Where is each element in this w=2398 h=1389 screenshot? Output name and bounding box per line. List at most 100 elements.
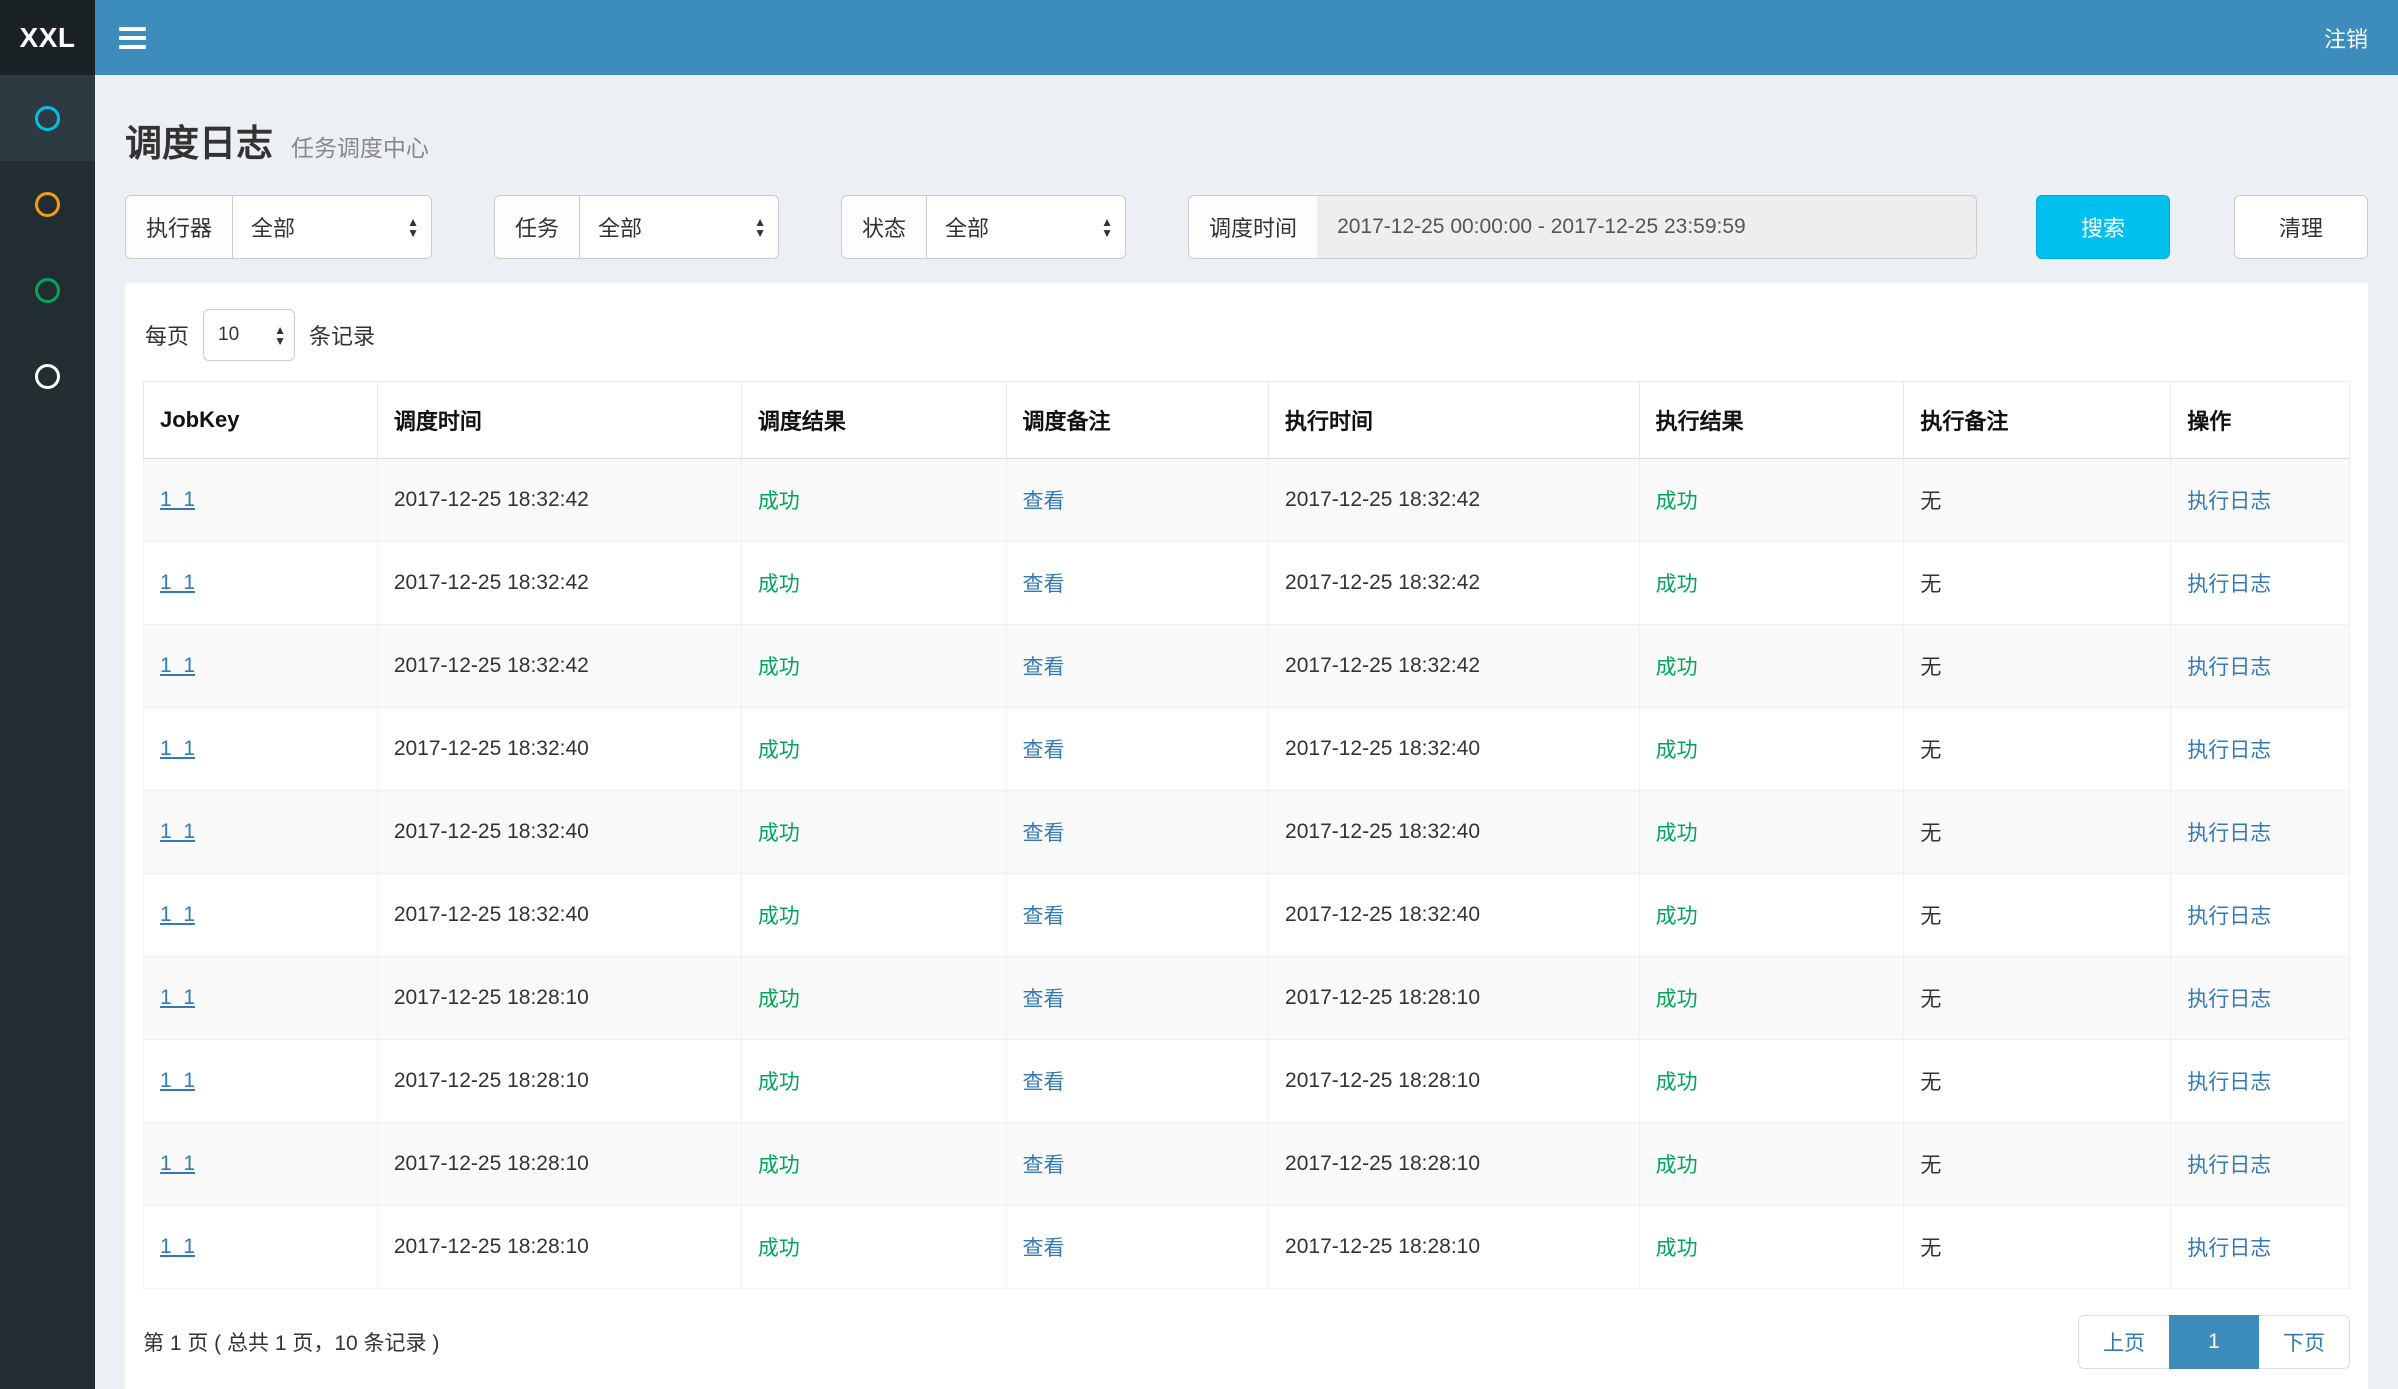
trigger-msg-link[interactable]: 查看 xyxy=(1023,1071,1065,1094)
trigger-msg-link[interactable]: 查看 xyxy=(1023,988,1065,1011)
sidebar-toggle-button[interactable] xyxy=(95,0,169,75)
executor-select-value: 全部 xyxy=(251,211,295,243)
action-link[interactable]: 执行日志 xyxy=(2187,656,2271,679)
trigger-time-cell: 2017-12-25 18:28:10 xyxy=(377,1040,741,1123)
sidebar-item-3[interactable] xyxy=(0,247,95,333)
handle-time-cell: 2017-12-25 18:28:10 xyxy=(1269,1123,1640,1206)
trigger-msg-link[interactable]: 查看 xyxy=(1023,905,1065,928)
trigger-time-cell: 2017-12-25 18:28:10 xyxy=(377,1206,741,1289)
page-size-select[interactable]: 10 ▲▼ xyxy=(203,309,295,361)
trigger-result-text: 成功 xyxy=(758,573,800,596)
filter-time-group: 调度时间 xyxy=(1188,195,1977,259)
trigger-time-cell: 2017-12-25 18:32:40 xyxy=(377,708,741,791)
action-link[interactable]: 执行日志 xyxy=(2187,1154,2271,1177)
page-subtitle: 任务调度中心 xyxy=(291,135,429,161)
action-link[interactable]: 执行日志 xyxy=(2187,822,2271,845)
handle-time-cell: 2017-12-25 18:32:42 xyxy=(1269,625,1640,708)
handle-result-text: 成功 xyxy=(1656,988,1698,1011)
handle-result-text: 成功 xyxy=(1656,1071,1698,1094)
handle-msg-cell: 无 xyxy=(1904,542,2171,625)
handle-time-cell: 2017-12-25 18:28:10 xyxy=(1269,957,1640,1040)
trigger-time-range-input[interactable] xyxy=(1317,195,1977,259)
jobkey-link[interactable]: 1_1 xyxy=(160,1069,195,1092)
current-page-button[interactable]: 1 xyxy=(2169,1315,2259,1369)
circle-icon xyxy=(35,364,60,389)
jobkey-link[interactable]: 1_1 xyxy=(160,1235,195,1258)
trigger-result-text: 成功 xyxy=(758,905,800,928)
trigger-time-cell: 2017-12-25 18:28:10 xyxy=(377,1123,741,1206)
action-link[interactable]: 执行日志 xyxy=(2187,490,2271,513)
trigger-result-text: 成功 xyxy=(758,1237,800,1260)
top-navbar: XXL 注销 xyxy=(0,0,2398,75)
jobkey-link[interactable]: 1_1 xyxy=(160,488,195,511)
trigger-msg-link[interactable]: 查看 xyxy=(1023,822,1065,845)
job-filter-label: 任务 xyxy=(494,195,579,259)
job-filter-select[interactable]: 全部 ▲▼ xyxy=(579,195,779,259)
jobkey-link[interactable]: 1_1 xyxy=(160,986,195,1009)
prev-page-button[interactable]: 上页 xyxy=(2078,1315,2170,1369)
clear-button[interactable]: 清理 xyxy=(2234,195,2368,259)
handle-msg-cell: 无 xyxy=(1904,957,2171,1040)
action-link[interactable]: 执行日志 xyxy=(2187,1237,2271,1260)
handle-msg-cell: 无 xyxy=(1904,459,2171,542)
jobkey-link[interactable]: 1_1 xyxy=(160,737,195,760)
trigger-msg-link[interactable]: 查看 xyxy=(1023,573,1065,596)
action-link[interactable]: 执行日志 xyxy=(2187,988,2271,1011)
action-link[interactable]: 执行日志 xyxy=(2187,739,2271,762)
trigger-msg-link[interactable]: 查看 xyxy=(1023,1237,1065,1260)
jobkey-link[interactable]: 1_1 xyxy=(160,571,195,594)
handle-msg-cell: 无 xyxy=(1904,1123,2171,1206)
jobkey-link[interactable]: 1_1 xyxy=(160,1152,195,1175)
action-link[interactable]: 执行日志 xyxy=(2187,905,2271,928)
page-size-suffix: 条记录 xyxy=(309,319,375,351)
filter-bar: 执行器 全部 ▲▼ 任务 全部 ▲▼ 状态 xyxy=(125,195,2368,259)
handle-result-text: 成功 xyxy=(1656,1154,1698,1177)
table-row: 1_1 2017-12-25 18:28:10 成功 查看 2017-12-25… xyxy=(144,957,2350,1040)
navbar-spacer xyxy=(169,0,2294,75)
executor-filter-select[interactable]: 全部 ▲▼ xyxy=(232,195,432,259)
handle-time-cell: 2017-12-25 18:32:42 xyxy=(1269,542,1640,625)
select-arrows-icon: ▲▼ xyxy=(754,216,766,238)
sidebar-item-4[interactable] xyxy=(0,333,95,419)
sidebar xyxy=(0,75,95,1389)
circle-icon xyxy=(35,106,60,131)
handle-result-text: 成功 xyxy=(1656,1237,1698,1260)
table-row: 1_1 2017-12-25 18:32:40 成功 查看 2017-12-25… xyxy=(144,708,2350,791)
handle-time-cell: 2017-12-25 18:28:10 xyxy=(1269,1206,1640,1289)
col-header-trigger-msg: 调度备注 xyxy=(1006,382,1269,459)
job-select-value: 全部 xyxy=(598,211,642,243)
status-select-value: 全部 xyxy=(945,211,989,243)
handle-time-cell: 2017-12-25 18:32:42 xyxy=(1269,459,1640,542)
trigger-msg-link[interactable]: 查看 xyxy=(1023,490,1065,513)
next-page-button[interactable]: 下页 xyxy=(2258,1315,2350,1369)
jobkey-link[interactable]: 1_1 xyxy=(160,654,195,677)
handle-msg-cell: 无 xyxy=(1904,625,2171,708)
sidebar-item-2[interactable] xyxy=(0,161,95,247)
pagination: 上页 1 下页 xyxy=(2078,1315,2350,1369)
app-logo[interactable]: XXL xyxy=(0,0,95,75)
table-row: 1_1 2017-12-25 18:32:42 成功 查看 2017-12-25… xyxy=(144,542,2350,625)
trigger-time-cell: 2017-12-25 18:32:42 xyxy=(377,542,741,625)
jobkey-link[interactable]: 1_1 xyxy=(160,820,195,843)
action-link[interactable]: 执行日志 xyxy=(2187,1071,2271,1094)
action-link[interactable]: 执行日志 xyxy=(2187,573,2271,596)
table-row: 1_1 2017-12-25 18:32:40 成功 查看 2017-12-25… xyxy=(144,874,2350,957)
table-row: 1_1 2017-12-25 18:28:10 成功 查看 2017-12-25… xyxy=(144,1123,2350,1206)
table-row: 1_1 2017-12-25 18:32:40 成功 查看 2017-12-25… xyxy=(144,791,2350,874)
app-logo-text: XXL xyxy=(20,22,76,54)
table-row: 1_1 2017-12-25 18:28:10 成功 查看 2017-12-25… xyxy=(144,1040,2350,1123)
trigger-msg-link[interactable]: 查看 xyxy=(1023,656,1065,679)
handle-msg-cell: 无 xyxy=(1904,874,2171,957)
trigger-result-text: 成功 xyxy=(758,1154,800,1177)
sidebar-item-1[interactable] xyxy=(0,75,95,161)
handle-result-text: 成功 xyxy=(1656,822,1698,845)
select-arrows-icon: ▲▼ xyxy=(1101,216,1113,238)
jobkey-link[interactable]: 1_1 xyxy=(160,903,195,926)
logout-link[interactable]: 注销 xyxy=(2294,0,2398,75)
status-filter-select[interactable]: 全部 ▲▼ xyxy=(926,195,1126,259)
search-button[interactable]: 搜索 xyxy=(2036,195,2170,259)
trigger-msg-link[interactable]: 查看 xyxy=(1023,739,1065,762)
handle-result-text: 成功 xyxy=(1656,905,1698,928)
trigger-msg-link[interactable]: 查看 xyxy=(1023,1154,1065,1177)
handle-time-cell: 2017-12-25 18:32:40 xyxy=(1269,791,1640,874)
